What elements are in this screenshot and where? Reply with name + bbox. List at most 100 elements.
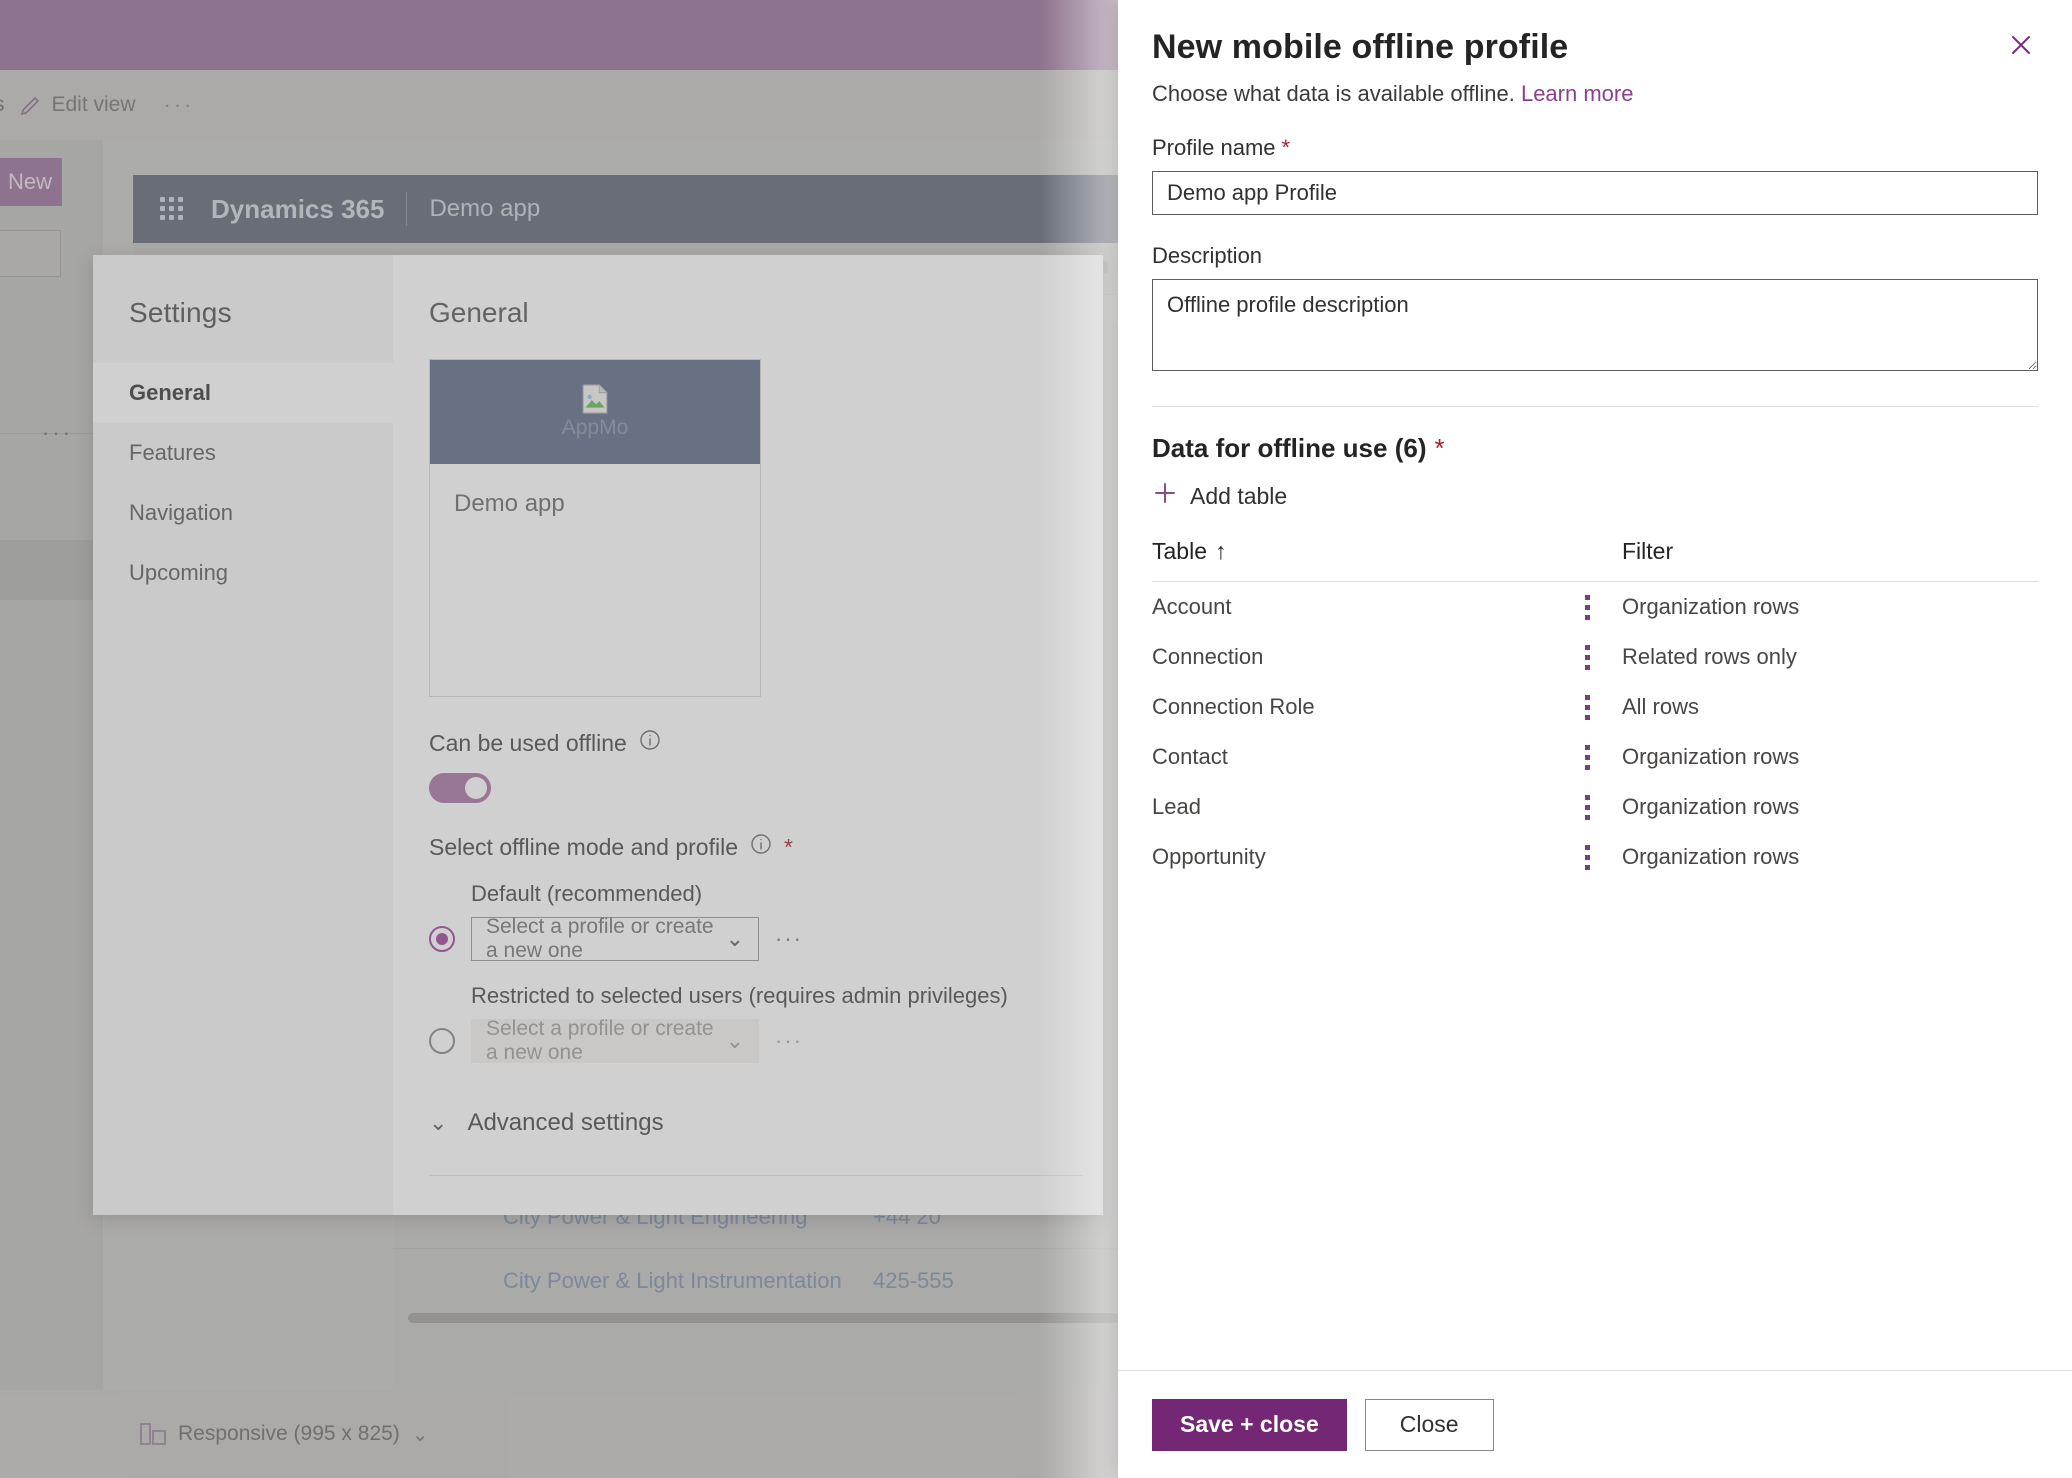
- table-row[interactable]: Lead Organization rows: [1152, 782, 2038, 832]
- table-name-cell: Contact: [1152, 744, 1228, 769]
- settings-dialog: Settings General Features Navigation Upc…: [93, 255, 1103, 1215]
- command-bar-overflow-button[interactable]: ···: [164, 92, 195, 118]
- can-be-used-offline-label: Can be used offline: [429, 729, 1103, 757]
- chevron-down-icon: ⌄: [429, 1110, 448, 1135]
- table-row[interactable]: City Power & Light Instrumentation 425-5…: [393, 1249, 1133, 1313]
- restricted-profile-overflow-button: ···: [775, 1028, 803, 1053]
- waffle-icon[interactable]: [160, 197, 184, 221]
- screen: s Edit view ··· New ··· D: [0, 0, 2072, 1478]
- account-name-link[interactable]: City Power & Light Instrumentation: [503, 1268, 842, 1294]
- required-indicator: *: [1434, 433, 1445, 463]
- sidebar-item-general[interactable]: General: [93, 363, 393, 423]
- rail-search-box[interactable]: [0, 230, 61, 277]
- sidebar-item-label: Navigation: [129, 500, 233, 525]
- filter-cell: All rows: [1622, 694, 1700, 719]
- more-vertical-icon: [1584, 694, 1590, 720]
- app-name-label: Demo app: [429, 195, 541, 222]
- close-button[interactable]: Close: [1364, 1398, 1494, 1451]
- row-overflow-menu-button[interactable]: [1552, 694, 1622, 720]
- combobox-value: Select a profile or create a new one: [486, 915, 714, 962]
- panel-body: New mobile offline profile Choose what d…: [1118, 0, 2072, 1370]
- header-divider: [406, 192, 408, 226]
- profile-name-label: Profile name *: [1152, 135, 1291, 160]
- table-name-cell: Connection: [1152, 644, 1264, 669]
- panel-subtitle-text: Choose what data is available offline.: [1152, 81, 1515, 106]
- panel-edge-fade: [1040, 0, 1118, 1478]
- offline-tables-list: Table ↑ Filter Account Organization rows C…: [1152, 538, 2038, 882]
- edit-view-button[interactable]: Edit view: [19, 93, 136, 117]
- profile-name-input[interactable]: [1152, 171, 2038, 215]
- chevron-down-icon: ⌄: [411, 1423, 429, 1446]
- account-phone: 425-555: [873, 1268, 954, 1293]
- filter-cell: Organization rows: [1622, 594, 1800, 619]
- row-overflow-menu-button[interactable]: [1552, 844, 1622, 870]
- table-row[interactable]: Contact Organization rows: [1152, 732, 2038, 782]
- data-for-offline-use-title: Data for offline use (6) *: [1152, 433, 1445, 463]
- horizontal-scrollbar[interactable]: [408, 1313, 1120, 1323]
- more-vertical-icon: [1584, 594, 1590, 620]
- description-textarea[interactable]: Offline profile description: [1152, 279, 2038, 371]
- table-name-cell: Opportunity: [1152, 844, 1266, 869]
- required-indicator: *: [1281, 135, 1291, 160]
- column-header-filter[interactable]: Filter: [1622, 538, 2038, 565]
- responsive-size-selector[interactable]: Responsive (995 x 825) ⌄: [140, 1422, 429, 1447]
- table-rows-container: Account Organization rows Connection Relate…: [1152, 582, 2038, 882]
- row-overflow-menu-button[interactable]: [1552, 594, 1622, 620]
- radio-default-mode[interactable]: [429, 926, 455, 952]
- close-icon[interactable]: [2004, 28, 2038, 67]
- row-overflow-menu-button[interactable]: [1552, 644, 1622, 670]
- save-and-close-button[interactable]: Save + close: [1152, 1398, 1347, 1451]
- filter-cell: Organization rows: [1622, 794, 1800, 819]
- can-be-used-offline-toggle[interactable]: [429, 773, 491, 803]
- new-mobile-offline-profile-panel: New mobile offline profile Choose what d…: [1118, 0, 2072, 1478]
- filter-cell: Organization rows: [1622, 744, 1800, 769]
- plus-icon: [1152, 480, 1178, 512]
- default-profile-combobox[interactable]: Select a profile or create a new one ⌄: [471, 915, 759, 962]
- new-button[interactable]: New: [0, 158, 62, 206]
- brand-band: [0, 0, 1118, 70]
- dynamics-header: Dynamics 365 Demo app: [133, 175, 1133, 243]
- learn-more-link[interactable]: Learn more: [1521, 81, 1634, 106]
- table-row[interactable]: Connection Related rows only: [1152, 632, 2038, 682]
- offline-mode-option-default: Default (recommended) Select a profile o…: [429, 881, 1103, 962]
- info-icon[interactable]: [750, 833, 772, 861]
- info-icon[interactable]: [639, 729, 661, 757]
- radio-restricted-mode[interactable]: [429, 1028, 455, 1054]
- row-overflow-menu-button[interactable]: [1552, 744, 1622, 770]
- add-table-button[interactable]: Add table: [1152, 480, 2038, 512]
- table-row[interactable]: Account Organization rows: [1152, 582, 2038, 632]
- row-overflow-menu-button[interactable]: [1552, 794, 1622, 820]
- app-tile-header: AppMo: [430, 360, 760, 464]
- offline-mode-label: Select offline mode and profile *: [429, 833, 793, 861]
- table-header-row: Table ↑ Filter: [1152, 538, 2038, 582]
- app-preview-tile: AppMo Demo app: [429, 359, 761, 697]
- more-vertical-icon: [1584, 744, 1590, 770]
- rail-overflow-button[interactable]: ···: [42, 420, 73, 446]
- advanced-settings-label: Advanced settings: [467, 1109, 664, 1136]
- combobox-value: Select a profile or create a new one: [486, 1017, 714, 1064]
- table-row[interactable]: Opportunity Organization rows: [1152, 832, 2038, 882]
- restricted-profile-combobox: Select a profile or create a new one ⌄: [471, 1017, 759, 1064]
- sort-ascending-icon: ↑: [1214, 538, 1227, 564]
- section-divider: [1152, 406, 2038, 407]
- rail-selected-band: [0, 540, 103, 600]
- more-vertical-icon: [1584, 844, 1590, 870]
- settings-divider: [429, 1175, 1083, 1176]
- sidebar-item-features[interactable]: Features: [93, 423, 393, 483]
- column-header-table[interactable]: Table ↑: [1152, 538, 1622, 565]
- offline-mode-option-restricted: Restricted to selected users (requires a…: [429, 983, 1103, 1064]
- sidebar-item-upcoming[interactable]: Upcoming: [93, 543, 393, 603]
- sidebar-item-navigation[interactable]: Navigation: [93, 483, 393, 543]
- responsive-icon: [140, 1423, 166, 1445]
- more-vertical-icon: [1584, 644, 1590, 670]
- table-row[interactable]: Connection Role All rows: [1152, 682, 2038, 732]
- chevron-down-icon: ⌄: [725, 926, 744, 951]
- advanced-settings-toggle[interactable]: ⌄ Advanced settings: [429, 1109, 1103, 1137]
- command-bar: s Edit view ···: [0, 70, 1118, 140]
- product-title: Dynamics 365: [211, 193, 385, 224]
- left-rail: [0, 140, 103, 1390]
- page-title: General: [429, 297, 529, 328]
- app-tile-name: Demo app: [454, 490, 565, 517]
- responsive-size-label: Responsive (995 x 825): [178, 1422, 400, 1445]
- default-profile-overflow-button[interactable]: ···: [775, 926, 803, 952]
